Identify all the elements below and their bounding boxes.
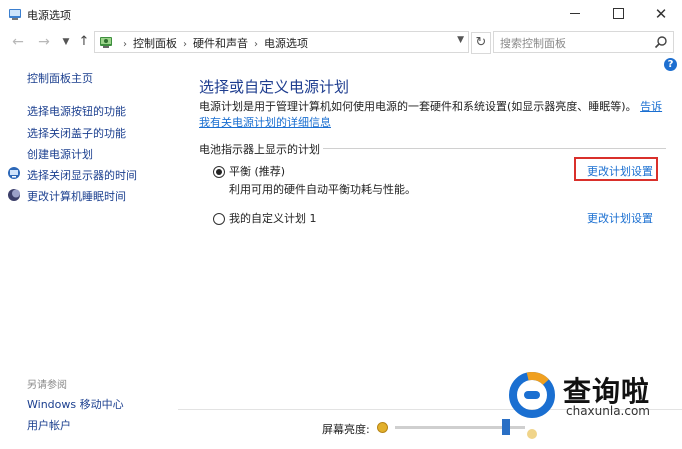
search-placeholder: 搜索控制面板	[500, 37, 566, 50]
plan-balanced-change-settings-link[interactable]: 更改计划设置	[587, 163, 653, 179]
plan-balanced-radio[interactable]	[213, 166, 225, 178]
maximize-icon	[612, 8, 624, 19]
monitor-icon	[8, 167, 20, 179]
help-icon[interactable]: ?	[664, 58, 677, 71]
control-panel-icon	[100, 37, 112, 48]
sidebar-item-control-panel-home[interactable]: 控制面板主页	[27, 70, 93, 86]
description-text: 电源计划是用于管理计算机如何使用电源的一套硬件和系统设置(如显示器亮度、睡眠等)…	[199, 100, 637, 113]
breadcrumb-item-control-panel[interactable]: 控制面板	[133, 37, 177, 50]
page-title: 选择或自定义电源计划	[199, 78, 350, 96]
address-bar[interactable]: › 控制面板 › 硬件和声音 › 电源选项 ▼	[94, 31, 469, 53]
sidebar-item-lid-close[interactable]: 选择关闭盖子的功能	[27, 125, 126, 141]
page-description: 电源计划是用于管理计算机如何使用电源的一套硬件和系统设置(如显示器亮度、睡眠等)…	[199, 99, 669, 131]
plan-custom-change-settings-link[interactable]: 更改计划设置	[587, 210, 653, 226]
section-divider	[323, 148, 666, 149]
sidebar-item-power-button[interactable]: 选择电源按钮的功能	[27, 103, 126, 119]
sidebar-item-create-plan[interactable]: 创建电源计划	[27, 146, 93, 162]
sidebar-item-display-off[interactable]: 选择关闭显示器的时间	[27, 167, 137, 183]
forward-button[interactable]: →	[36, 33, 52, 51]
back-button[interactable]: ←	[10, 33, 26, 51]
window-title: 电源选项	[27, 9, 71, 22]
search-input[interactable]: 搜索控制面板	[493, 31, 674, 53]
breadcrumb: › 控制面板 › 硬件和声音 › 电源选项	[117, 35, 308, 51]
breadcrumb-separator-icon[interactable]: ›	[183, 39, 187, 50]
section-header: 电池指示器上显示的计划	[199, 143, 320, 156]
plan-custom-radio[interactable]	[213, 213, 225, 225]
title-bar: 电源选项 ✕	[0, 0, 682, 28]
minimize-icon	[570, 13, 580, 14]
power-options-icon	[9, 9, 21, 20]
moon-icon	[8, 189, 20, 201]
breadcrumb-item-hardware-sound[interactable]: 硬件和声音	[193, 37, 248, 50]
sidebar-item-mobility-center[interactable]: Windows 移动中心	[27, 396, 124, 412]
watermark-url: chaxunla.com	[566, 404, 650, 418]
brightness-low-icon	[377, 422, 388, 433]
refresh-button[interactable]: ↻	[471, 32, 491, 54]
breadcrumb-separator-icon[interactable]: ›	[254, 39, 258, 50]
plan-custom-name[interactable]: 我的自定义计划 1	[229, 210, 317, 226]
brightness-label: 屏幕亮度:	[322, 423, 370, 436]
see-also-heading: 另请参阅	[27, 380, 67, 391]
breadcrumb-item-power-options[interactable]: 电源选项	[264, 37, 308, 50]
plan-balanced-name[interactable]: 平衡 (推荐)	[229, 163, 285, 179]
breadcrumb-separator-icon: ›	[123, 39, 127, 50]
brightness-high-icon	[527, 429, 537, 439]
brightness-slider-thumb[interactable]	[502, 419, 510, 435]
maximize-button[interactable]	[597, 0, 639, 28]
recent-locations-button[interactable]: ▼	[58, 33, 74, 51]
sidebar-item-user-accounts[interactable]: 用户帐户	[27, 417, 71, 433]
plan-balanced-description: 利用可用的硬件自动平衡功耗与性能。	[229, 183, 416, 196]
watermark-logo-icon	[509, 372, 555, 418]
sidebar-item-sleep-time[interactable]: 更改计算机睡眠时间	[27, 188, 126, 204]
minimize-button[interactable]	[554, 0, 596, 28]
chevron-down-icon[interactable]: ▼	[457, 35, 464, 45]
close-button[interactable]: ✕	[640, 0, 682, 28]
navigation-row: ← → ▼ ↑ › 控制面板 › 硬件和声音 › 电源选项 ▼ ↻ 搜索控制面板	[0, 30, 682, 54]
search-icon[interactable]	[654, 35, 668, 49]
radio-selected-dot	[216, 169, 222, 175]
up-button[interactable]: ↑	[76, 33, 92, 51]
